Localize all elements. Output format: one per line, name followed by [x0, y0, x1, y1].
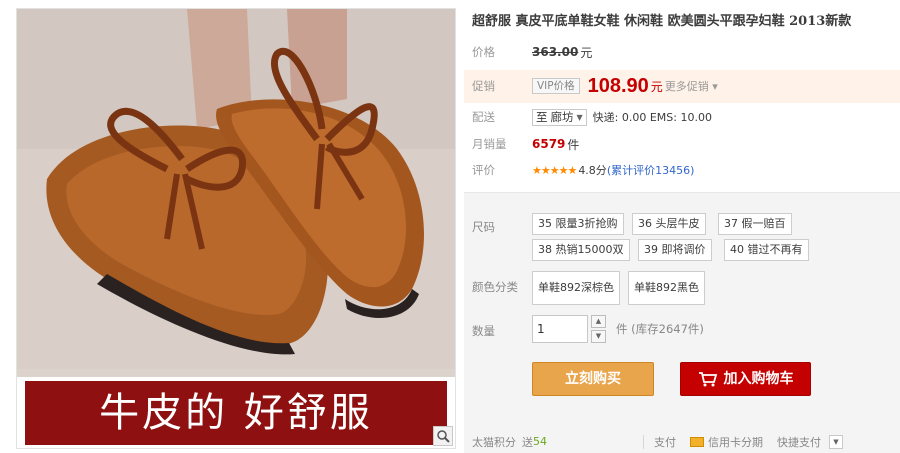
buy-now-button[interactable]: 立刻购买 — [532, 362, 654, 396]
zoom-icon[interactable] — [433, 426, 453, 446]
promo-label: 促销 — [472, 79, 495, 93]
rating-stars-icon: ★★★★★ — [532, 163, 577, 177]
credit-installment[interactable]: 信用卡分期 — [690, 434, 763, 450]
size-option-39[interactable]: 39 即将调价 — [638, 239, 712, 261]
promo-row: 促销 VIP价格 108.90 元 更多促销 ▾ — [472, 74, 718, 97]
quantity-input[interactable]: 1 — [532, 315, 588, 343]
product-title: 超舒服 真皮平底单鞋女鞋 休闲鞋 欧美圆头平跟孕妇鞋 2013新款 — [472, 14, 852, 29]
rating-row: 评价 ★★★★★ 4.8分 (累计评价13456) — [472, 160, 694, 180]
stock-info: 件 (库存2647件) — [616, 322, 704, 336]
shipping-label: 配送 — [472, 110, 495, 124]
sku-panel: 尺码 35 限量3折抢购 36 头层牛皮 37 假一赔百 38 热销15000双… — [464, 192, 900, 453]
promo-price: 108.90 — [587, 74, 649, 97]
destination-select[interactable]: 至 廊坊 ▼ — [532, 108, 587, 126]
add-to-cart-button[interactable]: 加入购物车 — [680, 362, 811, 396]
product-photo[interactable] — [17, 9, 456, 369]
sales-unit: 件 — [567, 137, 580, 152]
monthly-sales-label: 月销量 — [472, 137, 507, 151]
rating-label: 评价 — [472, 163, 495, 177]
shipping-fees: 快递: 0.00 EMS: 10.00 — [592, 111, 712, 124]
color-option-black[interactable]: 单鞋892黑色 — [628, 271, 705, 305]
quantity-label: 数量 — [472, 324, 495, 338]
add-to-cart-label: 加入购物车 — [723, 371, 794, 387]
original-price: 363.00 — [532, 45, 579, 59]
quantity-decrease-icon[interactable]: ▼ — [591, 330, 606, 343]
payment-label: 支付 — [654, 435, 676, 449]
vip-price-tag: VIP价格 — [532, 78, 580, 94]
price-yuan: 元 — [580, 45, 593, 60]
product-gallery: 牛皮的 好舒服 — [16, 8, 456, 449]
points-value: 54 — [533, 435, 547, 448]
size-label: 尺码 — [472, 220, 495, 234]
size-option-40[interactable]: 40 错过不再有 — [724, 239, 809, 261]
size-option-35[interactable]: 35 限量3折抢购 — [532, 213, 624, 235]
size-option-37[interactable]: 37 假一赔百 — [718, 213, 792, 235]
chevron-down-icon: ▼ — [576, 112, 583, 122]
credit-installment-label: 信用卡分期 — [708, 435, 763, 449]
destination-value: 廊坊 — [550, 109, 574, 124]
cart-icon — [698, 372, 717, 387]
more-promos-label: 更多促销 — [664, 80, 709, 93]
more-promos-link[interactable]: 更多促销 ▾ — [665, 78, 718, 94]
color-label: 颜色分类 — [472, 280, 518, 294]
destination-prefix: 至 — [536, 109, 548, 124]
price-row: 价格 363.00 元 — [472, 42, 592, 62]
review-count-link[interactable]: (累计评价13456) — [607, 162, 695, 178]
credit-card-icon — [690, 436, 704, 447]
size-option-36[interactable]: 36 头层牛皮 — [632, 213, 706, 235]
rating-score: 4.8分 — [578, 164, 607, 177]
size-option-38[interactable]: 38 热销15000双 — [532, 239, 630, 261]
monthly-sales-count: 6579 — [532, 137, 566, 151]
payment-footer: 太猫积分 送 54 支付 信用卡分期 快捷支付 ▼ — [464, 429, 900, 453]
banner-text: 牛皮的 好舒服 — [25, 381, 447, 445]
points-label: 太猫积分 — [472, 435, 516, 449]
promo-banner: 牛皮的 好舒服 — [17, 377, 455, 448]
sales-row: 月销量 6579 件 — [472, 134, 579, 154]
chevron-down-icon[interactable]: ▼ — [829, 434, 843, 449]
quantity-increase-icon[interactable]: ▲ — [591, 315, 606, 328]
divider — [643, 434, 644, 449]
chevron-down-icon: ▾ — [708, 80, 718, 93]
shipping-row: 配送 至 廊坊 ▼ 快递: 0.00 EMS: 10.00 — [472, 107, 712, 127]
points-prefix: 送 — [522, 435, 533, 449]
quick-pay[interactable]: 快捷支付 — [777, 434, 821, 450]
color-option-dark-brown[interactable]: 单鞋892深棕色 — [532, 271, 620, 305]
promo-yuan: 元 — [650, 79, 663, 94]
price-label: 价格 — [472, 45, 495, 59]
